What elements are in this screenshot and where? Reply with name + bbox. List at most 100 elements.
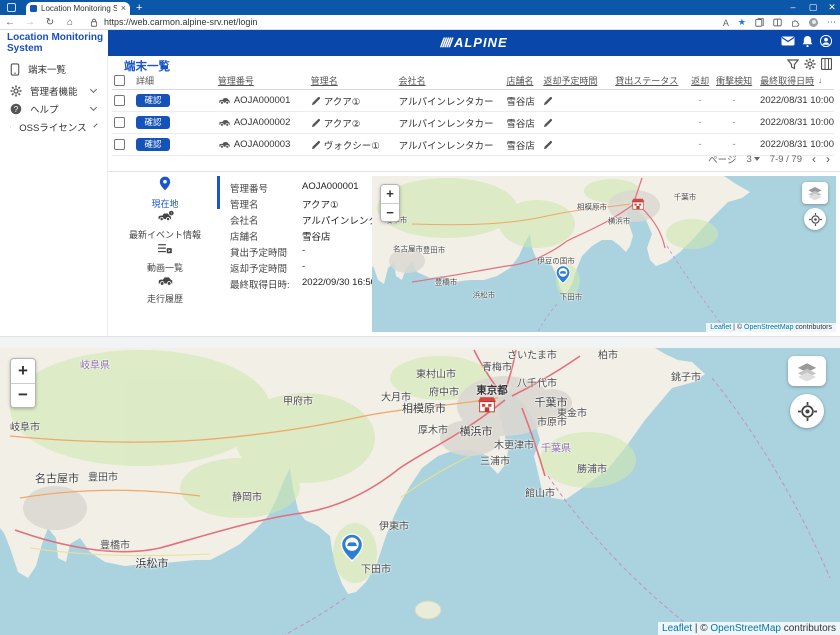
sidebar-item-admin[interactable]: 管理者機能 <box>0 82 108 100</box>
locate-button[interactable] <box>804 208 826 230</box>
leaflet-link[interactable]: Leaflet <box>662 623 692 634</box>
sidebar-item-help[interactable]: ? ヘルプ <box>0 100 108 118</box>
refresh-icon[interactable]: ↻ <box>40 17 60 28</box>
mini-map-tiles <box>372 176 836 332</box>
osm-link[interactable]: OpenStreetMap <box>710 623 781 634</box>
vehicle-pin-marker[interactable] <box>341 533 364 567</box>
osm-link[interactable]: OpenStreetMap <box>744 324 793 331</box>
settings-gear-icon[interactable] <box>804 58 816 70</box>
window-minimize-button[interactable]: – <box>786 1 800 14</box>
main-map[interactable]: 岐阜県岐阜市名古屋市豊田市豊橋市浜松市静岡市甲府市大月市青梅市さいたま市柏市東村… <box>0 348 840 635</box>
browser-tab[interactable]: Location Monitoring System × <box>26 2 130 15</box>
sidebar-item-label: 端末一覧 <box>28 62 108 76</box>
filter-icon[interactable] <box>787 58 799 70</box>
layers-button[interactable] <box>788 356 826 386</box>
locate-button[interactable] <box>790 394 824 428</box>
alpine-logo: /////ALPINE <box>440 35 507 50</box>
browser-more-menu-icon[interactable]: ⋯ <box>827 17 836 28</box>
tab-video-list[interactable]: 動画一覧 <box>112 242 218 274</box>
layers-button[interactable] <box>802 182 828 204</box>
column-header[interactable]: 返却 <box>691 74 709 87</box>
column-header[interactable]: 衝撃検知 <box>716 74 752 87</box>
column-header[interactable]: 管理名 <box>311 74 338 87</box>
detail-field: 管理番号AOJA000001 <box>230 181 359 195</box>
columns-icon[interactable] <box>821 58 832 70</box>
read-aloud-icon[interactable]: A <box>723 18 729 28</box>
shock-value: - <box>732 139 735 150</box>
leaflet-link[interactable]: Leaflet <box>710 324 731 331</box>
column-header[interactable]: 貸出ステータス <box>615 74 678 87</box>
tab-workspaces-icon[interactable] <box>7 3 16 12</box>
mini-map[interactable]: 岐阜市名古屋市豊田市豊橋市浜松市相模原市横浜市千葉市伊豆の国市下田市 + − L… <box>372 176 836 332</box>
prev-page-icon[interactable]: ‹ <box>812 152 816 166</box>
new-tab-button[interactable]: + <box>136 2 142 14</box>
favorites-star-icon[interactable]: ★ <box>738 17 746 28</box>
zoom-out-button[interactable]: − <box>11 383 35 407</box>
row-checkbox[interactable] <box>114 117 125 128</box>
column-header[interactable]: 店舗名 <box>506 74 533 87</box>
back-icon[interactable]: ← <box>0 17 20 28</box>
table-header-row: 詳細 管理番号 管理名 会社名 店舗名 返却予定時間 貸出ステータス 返却 衝撃… <box>112 72 834 90</box>
page-label: ページ <box>708 152 736 166</box>
confirm-button[interactable]: 確認 <box>136 138 170 151</box>
column-header[interactable]: 会社名 <box>399 74 426 87</box>
split-screen-icon[interactable] <box>773 18 782 27</box>
last-acquired-time: 2022/08/31 10:00 <box>760 95 834 106</box>
notification-bell-icon[interactable] <box>802 35 813 47</box>
site-security-lock-icon[interactable] <box>90 18 98 27</box>
zoom-out-button[interactable]: − <box>381 203 399 221</box>
next-page-icon[interactable]: › <box>826 152 830 166</box>
edit-return-time-icon[interactable] <box>543 96 553 106</box>
browser-titlebar: Location Monitoring System × + – ▢ ✕ <box>0 0 840 15</box>
sidebar-item-oss-license[interactable]: OSSライセンス <box>0 118 108 136</box>
device-id: AOJA000002 <box>234 117 291 128</box>
window-maximize-button[interactable]: ▢ <box>806 1 820 14</box>
forward-icon[interactable]: → <box>20 17 40 28</box>
edit-pencil-icon[interactable] <box>311 140 321 150</box>
confirm-button[interactable]: 確認 <box>136 94 170 107</box>
profile-avatar[interactable] <box>809 18 818 27</box>
select-all-checkbox[interactable] <box>114 75 125 86</box>
company-name: アルパインレンタカー <box>399 138 494 152</box>
window-close-button[interactable]: ✕ <box>825 1 839 14</box>
column-header[interactable]: 管理番号 <box>218 74 254 87</box>
store-name: 雪谷店 <box>506 116 535 130</box>
tab-current-location[interactable]: 現在地 <box>112 176 218 210</box>
tab-drive-history[interactable]: 走行履歴 <box>112 273 218 305</box>
edit-pencil-icon[interactable] <box>311 118 321 128</box>
store-marker[interactable] <box>632 197 645 215</box>
edit-return-time-icon[interactable] <box>543 140 553 150</box>
location-pin-icon <box>159 176 171 191</box>
caret-down-icon <box>754 157 760 161</box>
urlbar-actions: A ★ ⋯ <box>723 15 836 30</box>
return-value: - <box>699 139 702 150</box>
main-map-tiles <box>0 348 840 635</box>
column-header[interactable]: 返却予定時間 <box>543 74 597 87</box>
detail-field: 返却予定時間- <box>230 261 305 275</box>
collections-icon[interactable] <box>755 18 764 27</box>
home-icon[interactable]: ⌂ <box>60 17 80 28</box>
edit-return-time-icon[interactable] <box>543 118 553 128</box>
confirm-button[interactable]: 確認 <box>136 116 170 129</box>
row-checkbox[interactable] <box>114 139 125 150</box>
company-name: アルパインレンタカー <box>399 94 494 108</box>
sidebar: 端末一覧 管理者機能 ? ヘルプ <box>0 56 108 348</box>
url-text[interactable]: https://web.carmon.alpine-srv.net/login <box>104 17 257 27</box>
column-header[interactable]: 最終取得日時 <box>760 74 814 87</box>
extensions-icon[interactable] <box>791 18 800 27</box>
zoom-in-button[interactable]: + <box>381 185 399 203</box>
car-icon <box>218 118 231 127</box>
store-marker[interactable] <box>478 396 496 418</box>
tab-close-icon[interactable]: × <box>121 4 126 13</box>
mail-icon[interactable] <box>781 36 795 46</box>
edit-pencil-icon[interactable] <box>311 96 321 106</box>
sidebar-item-device-list[interactable]: 端末一覧 <box>0 60 108 78</box>
sort-desc-icon[interactable]: ↓ <box>818 76 822 85</box>
page-select[interactable]: 3 <box>746 154 759 165</box>
row-checkbox[interactable] <box>114 95 125 106</box>
tab-latest-events[interactable]: ! 最新イベント情報 <box>112 209 218 241</box>
account-icon[interactable] <box>820 35 832 47</box>
vehicle-pin-marker[interactable] <box>556 265 571 289</box>
last-acquired-time: 2022/08/31 10:00 <box>760 117 834 128</box>
zoom-in-button[interactable]: + <box>11 359 35 383</box>
